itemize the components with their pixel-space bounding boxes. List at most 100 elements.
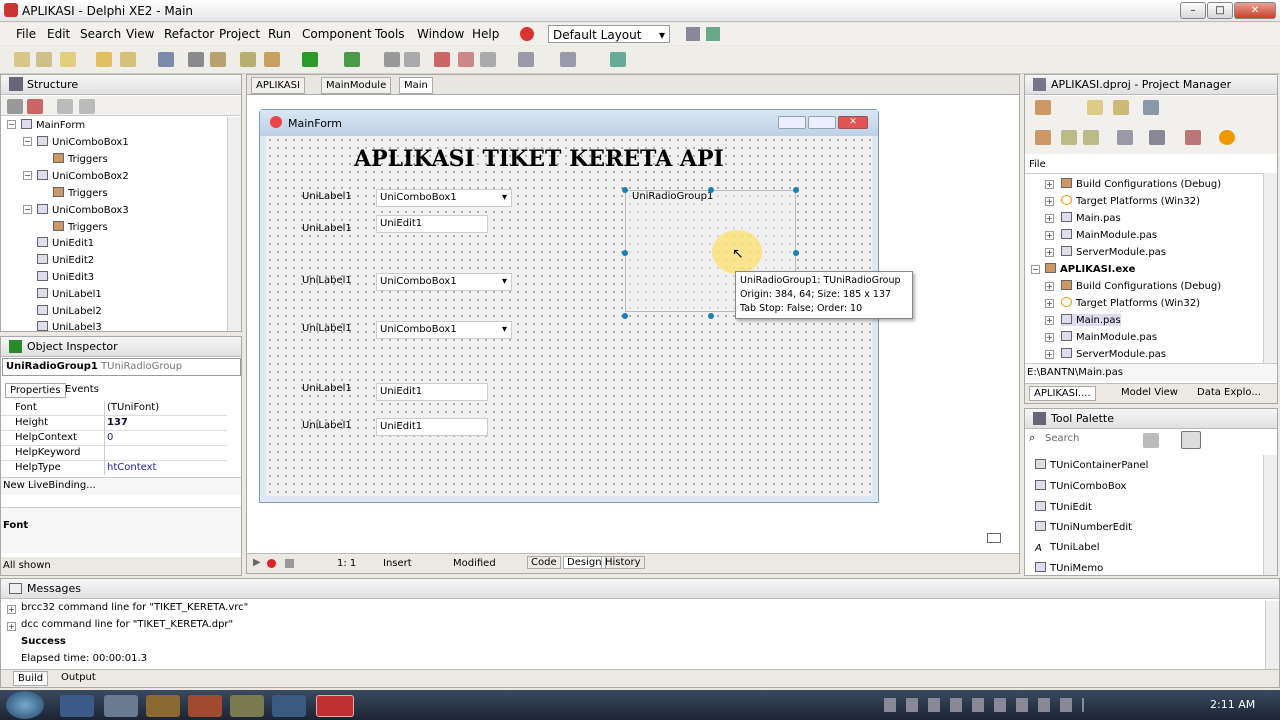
stop-icon[interactable]: [285, 559, 294, 568]
tree-node[interactable]: UniEdit3: [37, 271, 94, 283]
filter-icon[interactable]: [27, 99, 43, 114]
menu-search[interactable]: Search: [80, 27, 121, 41]
uni-label[interactable]: UniLabel1: [302, 275, 352, 286]
form-minimize-button[interactable]: [778, 116, 806, 129]
tree-node[interactable]: Triggers: [53, 187, 108, 199]
resize-handle[interactable]: [622, 250, 628, 256]
add-icon[interactable]: [1087, 100, 1103, 115]
property-row[interactable]: HelpContext 0: [1, 431, 227, 446]
message-line[interactable]: dcc command line for "TIKET_KERETA.dpr": [21, 619, 233, 630]
tree-node[interactable]: MainForm: [21, 119, 85, 131]
expand-icon[interactable]: [1061, 130, 1077, 145]
platform-icon[interactable]: [1219, 130, 1235, 145]
start-button[interactable]: [6, 691, 44, 719]
palette-item[interactable]: TUniNumberEdit: [1035, 521, 1132, 533]
deploy-icon[interactable]: [1185, 130, 1201, 145]
arrow-up-icon[interactable]: [57, 99, 73, 114]
arrow-down-icon[interactable]: [79, 99, 95, 114]
property-row[interactable]: HelpType htContext: [1, 461, 227, 476]
tree-node[interactable]: APLIKASI.exe: [1045, 263, 1135, 275]
menu-tools[interactable]: Tools: [375, 27, 405, 41]
tree-node[interactable]: ServerModule.pas: [1061, 246, 1166, 258]
stop-icon[interactable]: [404, 52, 420, 67]
save-icon[interactable]: [158, 52, 174, 67]
tab-properties[interactable]: Properties: [5, 383, 66, 398]
menu-run[interactable]: Run: [268, 27, 291, 41]
tab-output[interactable]: Output: [61, 672, 96, 683]
messages-scrollbar[interactable]: [1265, 601, 1279, 669]
menu-refactor[interactable]: Refactor: [164, 27, 214, 41]
new-items-icon[interactable]: [14, 52, 30, 67]
tree-node[interactable]: UniLabel1: [37, 288, 102, 300]
structure-scrollbar[interactable]: [227, 117, 241, 331]
tree-node[interactable]: Main.pas: [1061, 212, 1121, 224]
options-icon[interactable]: [1143, 100, 1159, 115]
layout-select[interactable]: Default Layout ▾: [548, 25, 670, 43]
notepad-taskbar-button[interactable]: [230, 695, 264, 717]
menu-component[interactable]: Component: [302, 27, 372, 41]
tree-node[interactable]: Build Configurations (Debug): [1061, 280, 1221, 292]
categories-icon[interactable]: [1143, 433, 1159, 448]
tree-node[interactable]: ServerModule.pas: [1061, 348, 1166, 360]
record-icon[interactable]: [267, 559, 276, 568]
menu-edit[interactable]: Edit: [47, 27, 70, 41]
uni-label[interactable]: UniLabel1: [302, 323, 352, 334]
save-all-icon[interactable]: [188, 52, 204, 67]
close-file-icon[interactable]: [210, 52, 226, 67]
menu-project[interactable]: Project: [219, 27, 260, 41]
play-icon[interactable]: ▶: [253, 557, 261, 568]
tree-node[interactable]: Triggers: [53, 221, 108, 233]
tree-node[interactable]: UniComboBox1: [37, 136, 129, 148]
activate-icon[interactable]: [1035, 100, 1051, 115]
step-over-icon[interactable]: [458, 52, 474, 67]
uni-combobox[interactable]: UniComboBox1 ▾: [376, 321, 512, 339]
tab-main[interactable]: Main: [399, 77, 433, 94]
run-without-debug-icon[interactable]: [344, 52, 360, 67]
form-preview-icon[interactable]: [987, 533, 1001, 543]
sync-icon[interactable]: [1035, 130, 1051, 145]
pointer-icon[interactable]: [1181, 431, 1201, 449]
tab-project[interactable]: APLIKASI....: [1029, 386, 1096, 401]
save-desktop-icon[interactable]: [686, 27, 700, 41]
palette-item[interactable]: A TUniLabel: [1035, 542, 1100, 554]
tree-node[interactable]: Target Platforms (Win32): [1061, 195, 1200, 207]
minimize-button[interactable]: –: [1180, 2, 1206, 19]
tree-node[interactable]: UniEdit2: [37, 254, 94, 266]
message-line[interactable]: brcc32 command line for "TIKET_KERETA.vr…: [21, 602, 248, 613]
collapse-icon[interactable]: [7, 99, 23, 114]
uni-edit[interactable]: UniEdit1: [376, 383, 488, 401]
remove-from-project-icon[interactable]: [264, 52, 280, 67]
tree-node[interactable]: UniEdit1: [37, 237, 94, 249]
pause-icon[interactable]: [384, 52, 400, 67]
tray-icons[interactable]: [884, 698, 1084, 712]
palette-item[interactable]: TUniMemo: [1035, 562, 1103, 574]
delphi-taskbar-button[interactable]: [316, 695, 354, 717]
tree-node[interactable]: UniComboBox2: [37, 170, 129, 182]
uni-edit[interactable]: UniEdit1: [376, 215, 488, 233]
tree-node[interactable]: MainModule.pas: [1061, 331, 1157, 343]
tab-events[interactable]: Events: [65, 384, 99, 395]
property-row[interactable]: Height 137: [1, 416, 227, 431]
uni-combobox[interactable]: UniComboBox1 ▾: [376, 273, 512, 291]
new-form-icon[interactable]: [36, 52, 52, 67]
desktop-settings-icon[interactable]: [520, 27, 534, 41]
remove-icon[interactable]: [1113, 100, 1129, 115]
tab-data-explorer[interactable]: Data Explo...: [1197, 387, 1261, 398]
resize-handle[interactable]: [708, 187, 714, 193]
set-debug-desktop-icon[interactable]: [706, 27, 720, 41]
sort-icon[interactable]: [1117, 130, 1133, 145]
app-taskbar-button[interactable]: [188, 695, 222, 717]
resize-handle[interactable]: [622, 313, 628, 319]
open-project-icon[interactable]: [96, 52, 112, 67]
menu-help[interactable]: Help: [472, 27, 499, 41]
back-icon[interactable]: [518, 52, 534, 67]
property-row[interactable]: Font (TUniFont): [1, 401, 227, 416]
open-file-icon[interactable]: [60, 52, 76, 67]
tree-node[interactable]: UniComboBox3: [37, 204, 129, 216]
tree-node[interactable]: MainModule.pas: [1061, 229, 1157, 241]
resize-handle[interactable]: [793, 187, 799, 193]
uni-label[interactable]: UniLabel1: [302, 191, 352, 202]
word-taskbar-button[interactable]: [272, 695, 306, 717]
run-icon[interactable]: [302, 52, 318, 67]
tree-node[interactable]: Triggers: [53, 153, 108, 165]
